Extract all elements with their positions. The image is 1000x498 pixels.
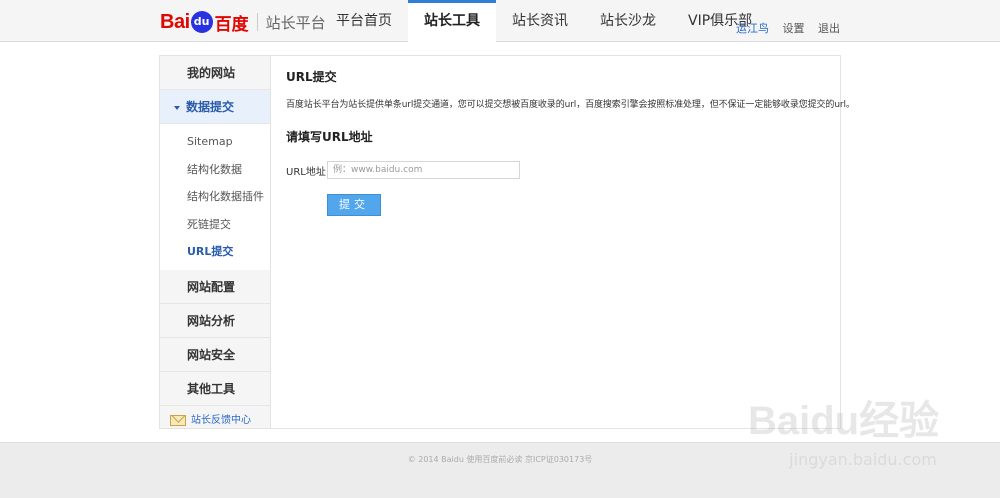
url-form-row: URL地址 <box>286 160 826 180</box>
baidu-logo[interactable]: Bai du 百度 站长平台 <box>160 10 326 35</box>
sidebar-subitem-url-submit[interactable]: URL提交 <box>160 238 270 266</box>
main-container: 我的网站 数据提交 Sitemap 结构化数据 结构化数据插件 死链提交 URL… <box>159 55 855 429</box>
logo-cn-text: 百度 <box>214 14 249 35</box>
sidebar-item-my-site[interactable]: 我的网站 <box>160 56 270 90</box>
page-description: 百度站长平台为站长提供单条url提交通道，您可以提交想被百度收录的url，百度搜… <box>286 100 855 110</box>
logo-subtitle: 站长平台 <box>265 13 326 32</box>
url-field-label: URL地址 <box>286 166 326 178</box>
nav-webmaster-news[interactable]: 站长资讯 <box>496 0 584 42</box>
feedback-center-link[interactable]: 站长反馈中心 <box>160 406 270 436</box>
page-title: URL提交 <box>286 70 337 84</box>
watermark-url: jingyan.baidu.com <box>789 450 937 469</box>
main-nav: 平台首页 站长工具 站长资讯 站长沙龙 VIP俱乐部 <box>320 0 768 43</box>
sidebar-item-data-submit[interactable]: 数据提交 <box>160 90 270 124</box>
feedback-label: 站长反馈中心 <box>191 414 251 426</box>
sidebar-submenu: Sitemap 结构化数据 结构化数据插件 死链提交 URL提交 <box>160 124 270 270</box>
baidu-paw-icon: du <box>190 11 213 33</box>
sidebar-item-site-config[interactable]: 网站配置 <box>160 270 270 304</box>
caret-down-icon <box>174 105 180 110</box>
sidebar: 我的网站 数据提交 Sitemap 结构化数据 结构化数据插件 死链提交 URL… <box>160 56 271 428</box>
logo-divider <box>256 13 258 31</box>
sidebar-item-label: 数据提交 <box>186 100 235 114</box>
username-link[interactable]: 运江鸟 <box>736 22 769 35</box>
sidebar-subitem-sitemap[interactable]: Sitemap <box>160 128 270 156</box>
baidu-jingyan-watermark: Baidu经验 jingyan.baidu.com <box>748 396 978 488</box>
nav-webmaster-salon[interactable]: 站长沙龙 <box>584 0 672 42</box>
nav-platform-home[interactable]: 平台首页 <box>320 0 408 42</box>
footer-copyright: © 2014 Baidu 使用百度前必读 京ICP证030173号 <box>407 455 593 464</box>
sidebar-item-site-security[interactable]: 网站安全 <box>160 338 270 372</box>
sidebar-subitem-structured-data[interactable]: 结构化数据 <box>160 156 270 184</box>
user-links: 运江鸟 设置 退出 <box>726 0 840 42</box>
sidebar-subitem-structured-data-plugin[interactable]: 结构化数据插件 <box>160 183 270 211</box>
watermark-brand: Baidu经验 <box>748 399 940 443</box>
envelope-icon <box>170 415 186 426</box>
nav-webmaster-tools[interactable]: 站长工具 <box>408 0 496 43</box>
sidebar-subitem-dead-link-submit[interactable]: 死链提交 <box>160 211 270 239</box>
top-header: Bai du 百度 站长平台 平台首页 站长工具 站长资讯 站长沙龙 VIP俱乐… <box>0 0 1000 43</box>
submit-button[interactable]: 提交 <box>327 194 381 216</box>
logo-bai-text: Bai <box>160 10 190 33</box>
sidebar-item-other-tools[interactable]: 其他工具 <box>160 372 270 406</box>
settings-link[interactable]: 设置 <box>783 22 805 35</box>
logout-link[interactable]: 退出 <box>818 22 840 35</box>
content-panel: URL提交 百度站长平台为站长提供单条url提交通道，您可以提交想被百度收录的u… <box>286 68 855 216</box>
form-title: 请填写URL地址 <box>286 130 373 144</box>
sidebar-item-site-analysis[interactable]: 网站分析 <box>160 304 270 338</box>
url-input[interactable] <box>327 161 520 179</box>
